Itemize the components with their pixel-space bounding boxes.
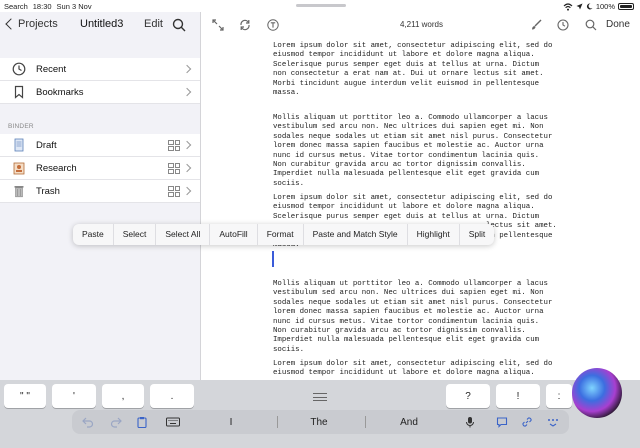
prediction-suggestion[interactable]: I [186,412,276,432]
sidebar-item-bookmarks[interactable]: Bookmarks [0,81,200,104]
binder-item-trash[interactable]: Trash [0,180,200,203]
bookmark-icon [14,85,24,99]
paragraph[interactable]: Mollis aliquam ut porttitor leo a. Commo… [273,280,573,355]
chevron-right-icon [182,140,192,150]
format-text-icon[interactable] [267,19,279,31]
history-clock-icon[interactable] [557,19,569,31]
paste-menu-item[interactable]: Paste [73,224,114,245]
keyboard-icon[interactable] [166,416,180,428]
clock-icon [12,62,26,76]
project-title: Untitled3 [80,18,124,30]
link-icon[interactable] [521,416,533,428]
key-period[interactable]: . [150,384,194,408]
chevron-left-icon [5,18,17,30]
chevron-right-icon [182,186,192,196]
projects-back-label: Projects [18,18,58,30]
expand-icon[interactable] [212,19,224,31]
research-icon [13,162,25,175]
key-apostrophe[interactable]: ' [52,384,96,408]
highlight-menu-item[interactable]: Highlight [408,224,460,245]
siri-orb-icon[interactable] [572,368,622,418]
trash-icon [14,186,24,198]
prediction-suggestion[interactable]: The [274,412,364,432]
software-keyboard: " " ' , . ? ! : I The And [0,380,640,448]
multitasking-grabber[interactable] [296,4,346,7]
binder-item-label: Trash [36,186,60,197]
word-count[interactable]: 4,211 words [400,20,443,29]
keyboard-toolbar-handle-icon[interactable] [313,393,327,401]
battery-icon [618,3,634,10]
document-icon [14,138,24,152]
key-quotes[interactable]: " " [4,384,46,408]
key-comma[interactable]: , [102,384,144,408]
prediction-suggestion[interactable]: And [364,412,454,432]
clipboard-icon[interactable] [136,416,148,428]
chevron-right-icon [182,87,192,97]
format-menu-item[interactable]: Format [258,224,304,245]
clock-time: 18:30 [32,2,52,11]
location-icon [576,3,583,10]
select-menu-item[interactable]: Select [114,224,157,245]
text-cursor [272,251,274,267]
binder-item-draft[interactable]: Draft [0,134,200,157]
key-colon[interactable]: : [546,384,572,408]
edit-button[interactable]: Edit [144,18,163,30]
sidebar-item-label: Recent [36,64,67,75]
sidebar: Projects Untitled3 Edit Recent Bookmarks… [0,12,201,380]
redo-icon[interactable] [110,416,122,428]
moon-icon [586,3,593,10]
back-to-search-link[interactable]: Search [4,2,28,11]
key-question-mark[interactable]: ? [446,384,490,408]
brush-icon[interactable] [530,19,542,31]
sidebar-nav-bar: Projects Untitled3 Edit [0,12,200,56]
more-options-icon[interactable] [546,416,560,428]
paragraph[interactable]: Mollis aliquam ut porttitor leo a. Commo… [273,114,573,189]
paragraph[interactable]: Lorem ipsum dolor sit amet, consectetur … [273,42,573,98]
select-all-menu-item[interactable]: Select All [156,224,211,245]
editor-toolbar: 4,211 words Done [201,12,640,40]
microphone-icon[interactable] [464,416,476,428]
sync-icon[interactable] [239,19,251,31]
date: Sun 3 Nov [56,2,92,11]
battery-percentage: 100% [595,2,615,11]
chevron-right-icon [182,163,192,173]
corkboard-icon[interactable] [168,186,180,197]
status-bar: Search 18:30 Sun 3 Nov 100% [0,0,640,12]
binder-item-research[interactable]: Research [0,157,200,180]
binder-item-label: Research [36,163,77,174]
search-icon[interactable] [585,19,597,31]
chevron-right-icon [182,64,192,74]
undo-icon[interactable] [82,416,94,428]
done-button[interactable]: Done [606,19,630,30]
sidebar-top-list: Recent Bookmarks [0,58,200,104]
shortcut-bar: I The And [72,410,569,434]
autofill-menu-item[interactable]: AutoFill [210,224,258,245]
split-menu-item[interactable]: Split [460,224,495,245]
editor-document[interactable]: Lorem ipsum dolor sit amet, consectetur … [201,40,640,380]
binder-item-label: Draft [36,140,57,151]
search-icon[interactable] [172,18,186,32]
sidebar-item-recent[interactable]: Recent [0,58,200,81]
paragraph[interactable]: Lorem ipsum dolor sit amet, consectetur … [273,360,573,379]
projects-back-button[interactable]: Projects [4,18,58,30]
binder-section-header: BINDER [8,123,34,130]
paste-and-match-style-menu-item[interactable]: Paste and Match Style [304,224,408,245]
sidebar-item-label: Bookmarks [36,87,84,98]
binder-list: Draft Research Trash [0,134,200,203]
wifi-icon [563,2,573,11]
edit-context-menu: Paste Select Select All AutoFill Format … [73,224,495,245]
key-exclamation-mark[interactable]: ! [496,384,540,408]
corkboard-icon[interactable] [168,163,180,174]
corkboard-icon[interactable] [168,140,180,151]
comment-icon[interactable] [496,416,508,428]
